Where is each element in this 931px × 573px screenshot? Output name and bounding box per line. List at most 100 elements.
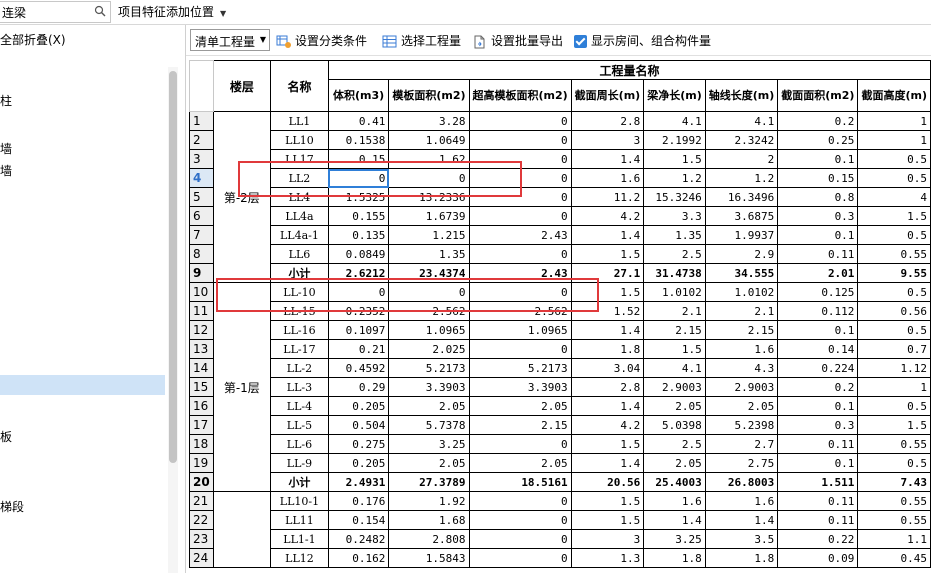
table-row[interactable]: 7 LL4a-1 0.135 1.215 2.43 1.4 1.35 1.9937 0.1 0.5 xyxy=(189,225,931,245)
value-cell[interactable]: 3.28 xyxy=(388,111,470,131)
value-cell[interactable]: 4.1 xyxy=(643,111,706,131)
batch-export-button[interactable]: 设置批量导出 xyxy=(472,32,563,50)
row-number[interactable]: 2 xyxy=(189,130,214,150)
value-cell[interactable]: 1 xyxy=(857,377,931,397)
value-cell[interactable]: 2.8 xyxy=(570,377,645,397)
value-cell[interactable]: 0.135 xyxy=(327,225,390,245)
value-cell[interactable]: 3.04 xyxy=(570,358,645,378)
value-cell[interactable]: 1.215 xyxy=(388,225,470,245)
value-cell[interactable]: 1.4 xyxy=(570,149,645,169)
search-box[interactable] xyxy=(0,1,111,23)
row-number[interactable]: 22 xyxy=(189,510,214,530)
value-cell[interactable]: 1.6 xyxy=(570,168,645,188)
name-cell[interactable]: LL-5 xyxy=(269,415,329,435)
value-cell[interactable]: 0.11 xyxy=(777,244,859,264)
value-cell[interactable]: 0 xyxy=(468,510,572,530)
value-cell[interactable]: 0.5 xyxy=(857,320,931,340)
value-cell[interactable]: 0.5 xyxy=(857,149,931,169)
row-number[interactable]: 21 xyxy=(189,491,214,511)
value-cell[interactable]: 1.5 xyxy=(570,491,645,511)
value-cell[interactable]: 2.5 xyxy=(643,434,706,454)
name-cell[interactable]: LL-3 xyxy=(269,377,329,397)
value-cell[interactable]: 1.12 xyxy=(857,358,931,378)
subtotal-value-cell[interactable]: 9.55 xyxy=(857,263,931,283)
value-cell[interactable]: 1.4 xyxy=(570,320,645,340)
value-cell[interactable]: 0.2 xyxy=(777,377,859,397)
value-cell[interactable]: 0.2 xyxy=(777,111,859,131)
tree-item[interactable]: 墙 xyxy=(0,140,12,157)
column-header[interactable]: 梁净长(m) xyxy=(643,79,706,112)
value-cell[interactable]: 2.15 xyxy=(468,415,572,435)
value-cell[interactable]: 0.154 xyxy=(327,510,390,530)
value-cell[interactable]: 0.3 xyxy=(777,415,859,435)
collapse-all-button[interactable]: 全部折叠(X) xyxy=(0,31,66,48)
value-cell[interactable]: 0.5 xyxy=(857,225,931,245)
row-number[interactable]: 5 xyxy=(189,187,214,207)
value-cell[interactable]: 11.2 xyxy=(570,187,645,207)
row-number[interactable]: 6 xyxy=(189,206,214,226)
value-cell[interactable]: 0.11 xyxy=(777,510,859,530)
value-cell[interactable]: 0.5 xyxy=(857,396,931,416)
column-header[interactable]: 截面高度(m) xyxy=(857,79,931,112)
value-cell[interactable]: 1.5 xyxy=(857,206,931,226)
value-cell[interactable]: 1.8 xyxy=(704,548,779,568)
value-cell[interactable]: 2.05 xyxy=(643,453,706,473)
value-cell[interactable]: 0.15 xyxy=(777,168,859,188)
value-cell[interactable]: 2.025 xyxy=(388,339,470,359)
value-cell[interactable]: 0.205 xyxy=(327,396,390,416)
row-number[interactable]: 18 xyxy=(189,434,214,454)
value-cell[interactable]: 0.22 xyxy=(777,529,859,549)
value-cell[interactable]: 2.05 xyxy=(643,396,706,416)
value-cell[interactable]: 1.4 xyxy=(570,225,645,245)
value-cell[interactable]: 2.9003 xyxy=(643,377,706,397)
table-row[interactable]: 6 LL4a 0.155 1.6739 0 4.2 3.3 3.6875 0.3 1.5 xyxy=(189,206,931,226)
name-cell[interactable]: LL1 xyxy=(269,111,329,131)
value-cell[interactable]: 5.2173 xyxy=(468,358,572,378)
subtotal-row[interactable]: 20 小计 2.4931 27.3789 18.5161 20.56 25.4003 26.8… xyxy=(189,472,931,492)
tree-item[interactable]: 墙 xyxy=(0,162,12,179)
name-cell[interactable]: LL1-1 xyxy=(269,529,329,549)
value-cell[interactable]: 2.43 xyxy=(468,225,572,245)
subtotal-value-cell[interactable]: 31.4738 xyxy=(643,263,706,283)
value-cell[interactable]: 4 xyxy=(857,187,931,207)
value-cell[interactable]: 4.1 xyxy=(704,111,779,131)
row-number[interactable]: 14 xyxy=(189,358,214,378)
row-number[interactable]: 8 xyxy=(189,244,214,264)
table-row[interactable]: 8 LL6 0.0849 1.35 0 1.5 2.5 2.9 0.11 0.55 xyxy=(189,244,931,264)
value-cell[interactable]: 1.5 xyxy=(570,510,645,530)
row-number[interactable]: 4 xyxy=(189,168,214,188)
table-row[interactable]: 15 LL-3 0.29 3.3903 3.3903 2.8 2.9003 2.9003 0.2… xyxy=(189,377,931,397)
column-header[interactable]: 体积(m3) xyxy=(327,79,390,112)
row-number[interactable]: 13 xyxy=(189,339,214,359)
value-cell[interactable]: 2.808 xyxy=(388,529,470,549)
value-cell[interactable]: 1.0649 xyxy=(388,130,470,150)
value-cell[interactable]: 1.4 xyxy=(570,453,645,473)
value-cell[interactable]: 0.1 xyxy=(777,320,859,340)
table-row[interactable]: 14 LL-2 0.4592 5.2173 5.2173 3.04 4.1 4.3 0.224 1… xyxy=(189,358,931,378)
value-cell[interactable]: 1.2 xyxy=(643,168,706,188)
value-cell[interactable]: 1.8 xyxy=(570,339,645,359)
value-cell[interactable]: 0.41 xyxy=(327,111,390,131)
value-cell[interactable]: 0.224 xyxy=(777,358,859,378)
table-row[interactable]: 22 LL11 0.154 1.68 0 1.5 1.4 1.4 0.11 0.55 xyxy=(189,510,931,530)
name-cell[interactable]: LL4a xyxy=(269,206,329,226)
row-number[interactable]: 10 xyxy=(189,282,214,302)
value-cell[interactable]: 0 xyxy=(468,111,572,131)
value-cell[interactable]: 2.8 xyxy=(570,111,645,131)
column-header[interactable]: 轴线长度(m) xyxy=(704,79,779,112)
value-cell[interactable]: 2.1992 xyxy=(643,130,706,150)
table-row[interactable]: 13 LL-17 0.21 2.025 0 1.8 1.5 1.6 0.14 0.7 xyxy=(189,339,931,359)
value-cell[interactable]: 15.3246 xyxy=(643,187,706,207)
column-header[interactable]: 截面周长(m) xyxy=(570,79,645,112)
value-cell[interactable]: 1.5 xyxy=(643,149,706,169)
subtotal-value-cell[interactable]: 26.8003 xyxy=(704,472,779,492)
select-quantity-button[interactable]: 选择工程量 xyxy=(382,32,461,50)
value-cell[interactable]: 2.9 xyxy=(704,244,779,264)
value-cell[interactable]: 0.7 xyxy=(857,339,931,359)
subtotal-value-cell[interactable]: 25.4003 xyxy=(643,472,706,492)
tree-item[interactable]: 梯段 xyxy=(0,498,24,515)
subtotal-value-cell[interactable]: 34.555 xyxy=(704,263,779,283)
row-number[interactable]: 16 xyxy=(189,396,214,416)
subtotal-value-cell[interactable]: 20.56 xyxy=(570,472,645,492)
value-cell[interactable]: 0.1538 xyxy=(327,130,390,150)
